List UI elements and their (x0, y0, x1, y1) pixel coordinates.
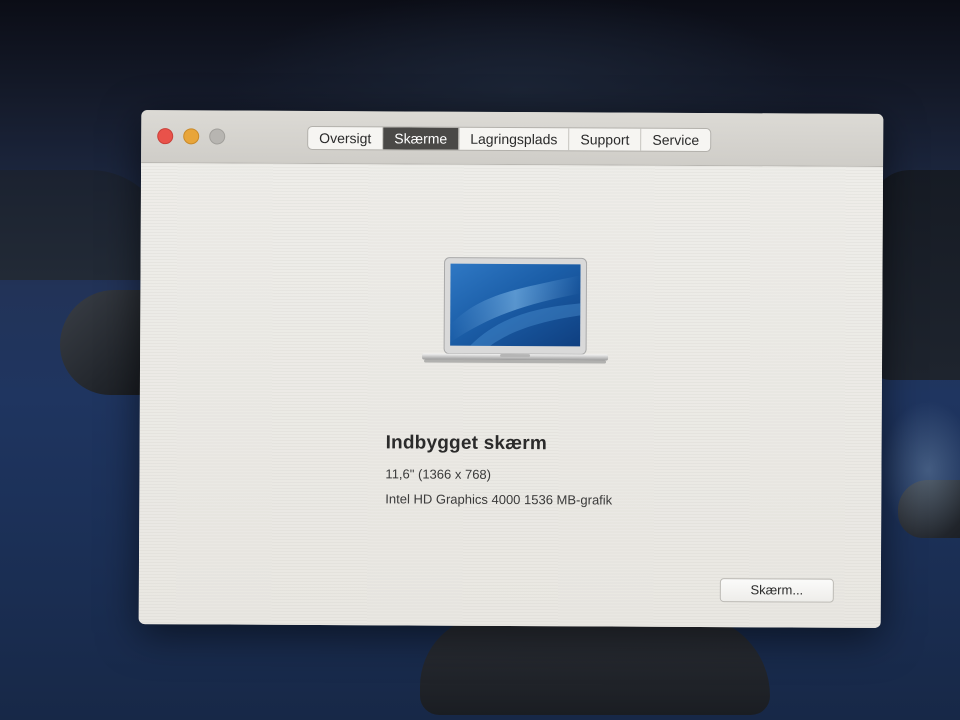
display-graphics: Intel HD Graphics 4000 1536 MB-grafik (385, 491, 613, 508)
macbook-air-icon (420, 255, 611, 371)
wallpaper-cliff-right (870, 170, 960, 380)
displays-panel: Indbygget skærm 11,6" (1366 x 768) Intel… (138, 163, 884, 628)
display-size: 11,6" (1366 x 768) (385, 466, 492, 482)
tab-lagringsplads[interactable]: Lagringsplads (459, 127, 570, 151)
wallpaper-foam (880, 400, 960, 540)
window-titlebar[interactable]: Oversigt Skærme Lagringsplads Support Se… (141, 110, 884, 167)
display-preferences-button[interactable]: Skærm... (719, 578, 834, 603)
about-this-mac-window: Oversigt Skærme Lagringsplads Support Se… (138, 110, 884, 628)
display-name: Indbygget skærm (385, 432, 548, 455)
tab-skaerme[interactable]: Skærme (383, 127, 460, 150)
zoom-window-button[interactable] (209, 128, 226, 145)
close-window-button[interactable] (157, 128, 174, 145)
tab-service[interactable]: Service (641, 129, 710, 151)
tab-support[interactable]: Support (569, 128, 642, 151)
minimize-window-button[interactable] (183, 128, 200, 145)
tab-oversigt[interactable]: Oversigt (308, 126, 384, 150)
wallpaper-island (420, 615, 770, 715)
tab-bar: Oversigt Skærme Lagringsplads Support Se… (307, 125, 712, 153)
